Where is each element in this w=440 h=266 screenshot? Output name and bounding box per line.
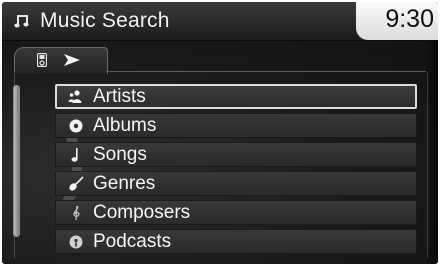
- menu-item-albums[interactable]: Albums: [55, 113, 417, 138]
- music-search-menu: Artists Albums Songs Genres Composers Po…: [55, 84, 417, 258]
- menu-item-artists[interactable]: Artists: [55, 84, 417, 109]
- menu-item-label: Songs: [93, 144, 147, 165]
- menu-item-podcasts[interactable]: Podcasts: [55, 229, 417, 254]
- play-arrow-icon: [63, 53, 81, 67]
- content-area: Artists Albums Songs Genres Composers Po…: [2, 41, 438, 264]
- scrollbar-thumb[interactable]: [14, 86, 19, 236]
- scrollbar[interactable]: [13, 85, 20, 237]
- menu-item-label: Podcasts: [93, 231, 172, 252]
- menu-item-composers[interactable]: Composers: [55, 200, 417, 225]
- menu-item-songs[interactable]: Songs: [55, 142, 417, 167]
- clock-display: 9:30: [385, 5, 434, 33]
- page-title: Music Search: [40, 9, 170, 32]
- treble-clef-icon: [68, 205, 84, 221]
- menu-item-genres[interactable]: Genres: [55, 171, 417, 196]
- menu-item-label: Albums: [93, 115, 157, 136]
- source-tab-bar: [2, 41, 438, 74]
- music-note-icon: [14, 13, 30, 29]
- menu-item-label: Artists: [93, 86, 146, 107]
- artist-icon: [68, 89, 84, 105]
- header-bar: Music Search 9:30: [2, 2, 438, 41]
- screen-frame: Music Search 9:30 Artists Albums Songs G…: [2, 2, 438, 264]
- tab-ipod-source[interactable]: [14, 47, 108, 74]
- podcast-icon: [68, 234, 84, 250]
- song-note-icon: [68, 147, 84, 163]
- menu-item-label: Genres: [93, 173, 156, 194]
- album-icon: [68, 118, 84, 134]
- right-edge-shadow: [424, 41, 438, 264]
- clock-box: 9:30: [356, 2, 438, 40]
- menu-item-label: Composers: [93, 202, 191, 223]
- guitar-icon: [68, 176, 84, 192]
- ipod-device-icon: [36, 52, 48, 68]
